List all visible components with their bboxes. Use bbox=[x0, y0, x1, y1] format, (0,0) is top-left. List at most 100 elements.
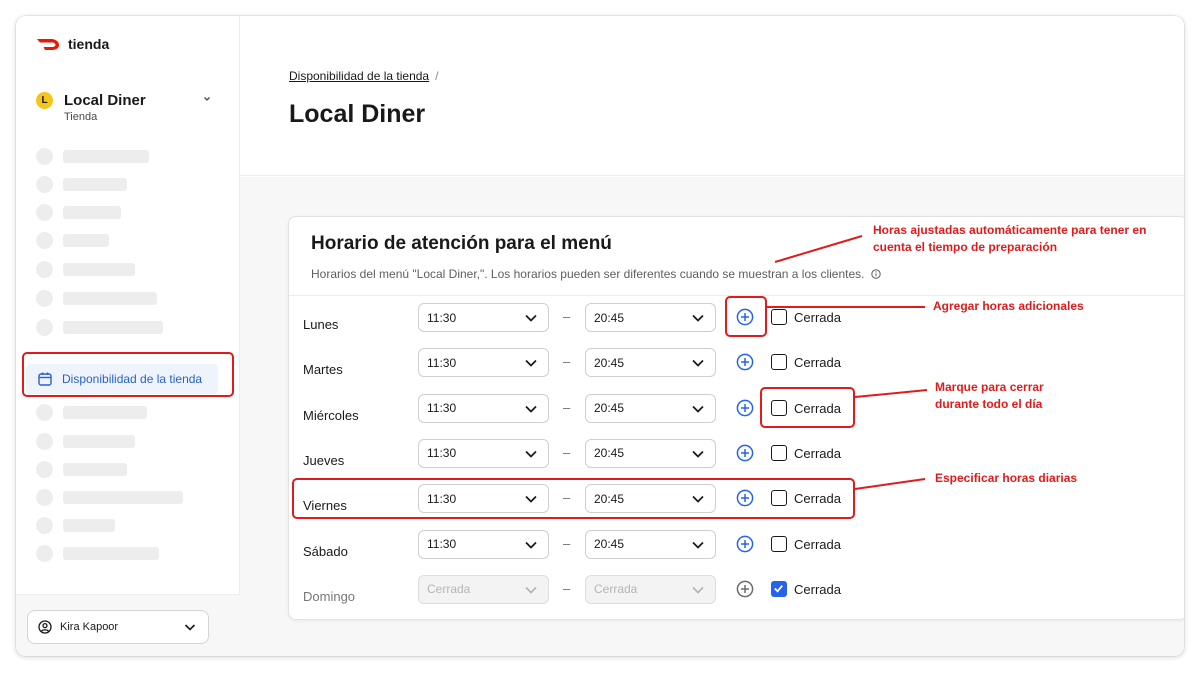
brand-name: tienda bbox=[68, 36, 110, 52]
user-menu-button[interactable]: Kira Kapoor bbox=[27, 610, 209, 644]
open-time-select[interactable]: 11:30 bbox=[418, 438, 549, 468]
highlight-add-hours bbox=[725, 296, 767, 337]
chevron-down-icon bbox=[525, 586, 537, 594]
open-time-value: 11:30 bbox=[427, 537, 457, 551]
closed-label: Cerrada bbox=[794, 445, 841, 461]
close-time-select[interactable]: 20:45 bbox=[585, 348, 716, 378]
chevron-down-icon bbox=[525, 360, 537, 367]
time-range-dash: – bbox=[563, 444, 571, 460]
chevron-down-icon bbox=[184, 624, 196, 631]
chevron-down-icon bbox=[525, 541, 537, 549]
chevron-down-icon bbox=[525, 405, 537, 413]
schedule-row: Sábado 11:30 – 20:45 Cerrada bbox=[289, 529, 1184, 575]
open-time-select[interactable]: 11:30 bbox=[418, 303, 549, 332]
time-range-dash: – bbox=[563, 399, 571, 415]
store-avatar: L bbox=[36, 92, 53, 109]
closed-checkbox[interactable] bbox=[771, 309, 787, 325]
annotation-add-hours: Agregar horas adicionales bbox=[933, 299, 1084, 313]
close-time-value: 20:45 bbox=[594, 401, 625, 416]
time-range-dash: – bbox=[563, 309, 571, 324]
closed-label: Cerrada bbox=[794, 581, 841, 597]
annotation-prep-time: Horas ajustadas automáticamente para ten… bbox=[873, 223, 1147, 254]
highlight-friday-row bbox=[292, 478, 855, 519]
chevron-down-icon bbox=[525, 314, 537, 322]
sidebar-item-placeholder[interactable] bbox=[36, 488, 183, 506]
sidebar-item-placeholder[interactable] bbox=[36, 147, 149, 165]
sidebar-item-placeholder[interactable] bbox=[36, 175, 127, 193]
sidebar-item-placeholder[interactable] bbox=[36, 403, 147, 421]
user-name: Kira Kapoor bbox=[60, 621, 119, 633]
info-icon[interactable] bbox=[870, 269, 881, 279]
close-time-select[interactable]: 20:45 bbox=[585, 303, 716, 332]
closed-checkbox[interactable] bbox=[771, 354, 787, 371]
chevron-down-icon bbox=[692, 586, 704, 594]
day-label: Sábado bbox=[303, 543, 348, 559]
close-time-select[interactable]: 20:45 bbox=[585, 438, 716, 468]
page-title: Local Diner bbox=[289, 100, 426, 128]
open-time-select[interactable]: Cerrada bbox=[418, 574, 549, 604]
breadcrumb-link[interactable]: Disponibilidad de la tienda bbox=[289, 69, 429, 83]
closed-checkbox[interactable] bbox=[771, 444, 787, 461]
breadcrumb: Disponibilidad de la tienda / bbox=[289, 69, 438, 83]
page-header: Disponibilidad de la tienda / Local Dine… bbox=[240, 16, 1184, 176]
close-time-value: 20:45 bbox=[594, 537, 625, 551]
day-label: Lunes bbox=[303, 317, 339, 332]
store-name: Local Diner bbox=[64, 92, 146, 109]
store-switcher[interactable]: L Local Diner Tienda bbox=[36, 90, 216, 126]
sidebar-item-placeholder[interactable] bbox=[36, 544, 159, 562]
closed-checkbox[interactable] bbox=[771, 535, 787, 552]
close-time-value: 20:45 bbox=[594, 446, 625, 461]
add-hours-icon[interactable] bbox=[736, 535, 754, 553]
time-range-dash: – bbox=[563, 580, 571, 596]
chevron-down-icon bbox=[692, 360, 704, 367]
user-area: Kira Kapoor bbox=[16, 594, 240, 656]
chevron-down-icon bbox=[692, 450, 704, 458]
sidebar-item-placeholder[interactable] bbox=[36, 516, 115, 534]
open-time-value: 11:30 bbox=[427, 355, 457, 370]
chevron-down-icon bbox=[692, 541, 704, 549]
sidebar-item-placeholder[interactable] bbox=[36, 231, 109, 249]
open-time-value: Cerrada bbox=[427, 582, 471, 597]
close-time-select[interactable]: Cerrada bbox=[585, 574, 716, 604]
sidebar-item-placeholder[interactable] bbox=[36, 432, 135, 450]
sidebar-item-placeholder[interactable] bbox=[36, 260, 135, 278]
check-icon bbox=[774, 584, 783, 593]
menu-hours-card: Horario de atención para el menú Horario… bbox=[288, 216, 1184, 620]
open-time-select[interactable]: 11:30 bbox=[418, 529, 549, 559]
open-time-value: 11:30 bbox=[427, 310, 457, 325]
brand-logo-icon bbox=[37, 39, 59, 50]
card-subtitle-text: Horarios del menú "Local Diner,". Los ho… bbox=[311, 267, 865, 281]
closed-label: Cerrada bbox=[794, 355, 841, 371]
brand[interactable]: tienda bbox=[36, 36, 109, 52]
sidebar-item-placeholder[interactable] bbox=[36, 203, 121, 221]
app-window: tienda L Local Diner Tienda Disponibilid… bbox=[16, 16, 1184, 656]
day-label: Domingo bbox=[303, 588, 356, 604]
open-time-select[interactable]: 11:30 bbox=[418, 348, 549, 378]
annotation-close-all-day: Marque para cerrar durante todo el día bbox=[935, 380, 1044, 411]
highlight-store-availability bbox=[22, 352, 234, 397]
open-time-select[interactable]: 11:30 bbox=[418, 393, 549, 423]
sidebar-item-placeholder[interactable] bbox=[36, 460, 127, 478]
close-time-select[interactable]: 20:45 bbox=[585, 529, 716, 559]
close-time-value: 20:45 bbox=[594, 310, 625, 325]
time-range-dash: – bbox=[563, 535, 571, 551]
closed-checkbox[interactable] bbox=[771, 580, 787, 597]
add-hours-icon[interactable] bbox=[736, 580, 754, 598]
schedule-row: Domingo Cerrada – Cerrada Cerrada bbox=[289, 574, 1184, 620]
add-hours-icon[interactable] bbox=[736, 353, 754, 371]
chevron-down-icon bbox=[692, 314, 704, 322]
sidebar-item-placeholder[interactable] bbox=[36, 289, 157, 307]
sidebar: tienda L Local Diner Tienda Disponibilid… bbox=[16, 16, 240, 656]
close-time-select[interactable]: 20:45 bbox=[585, 393, 716, 423]
chevron-down-icon bbox=[525, 450, 537, 458]
main-content: Disponibilidad de la tienda / Local Dine… bbox=[240, 16, 1184, 656]
sidebar-item-placeholder[interactable] bbox=[36, 318, 163, 336]
open-time-value: 11:30 bbox=[427, 401, 457, 416]
add-hours-icon[interactable] bbox=[736, 444, 754, 462]
breadcrumb-separator: / bbox=[435, 69, 439, 83]
user-icon bbox=[38, 620, 52, 634]
card-title: Horario de atención para el menú bbox=[311, 233, 612, 254]
add-hours-icon[interactable] bbox=[736, 399, 754, 417]
annotation-daily-hours: Especificar horas diarias bbox=[935, 471, 1078, 485]
closed-label: Cerrada bbox=[794, 310, 841, 325]
